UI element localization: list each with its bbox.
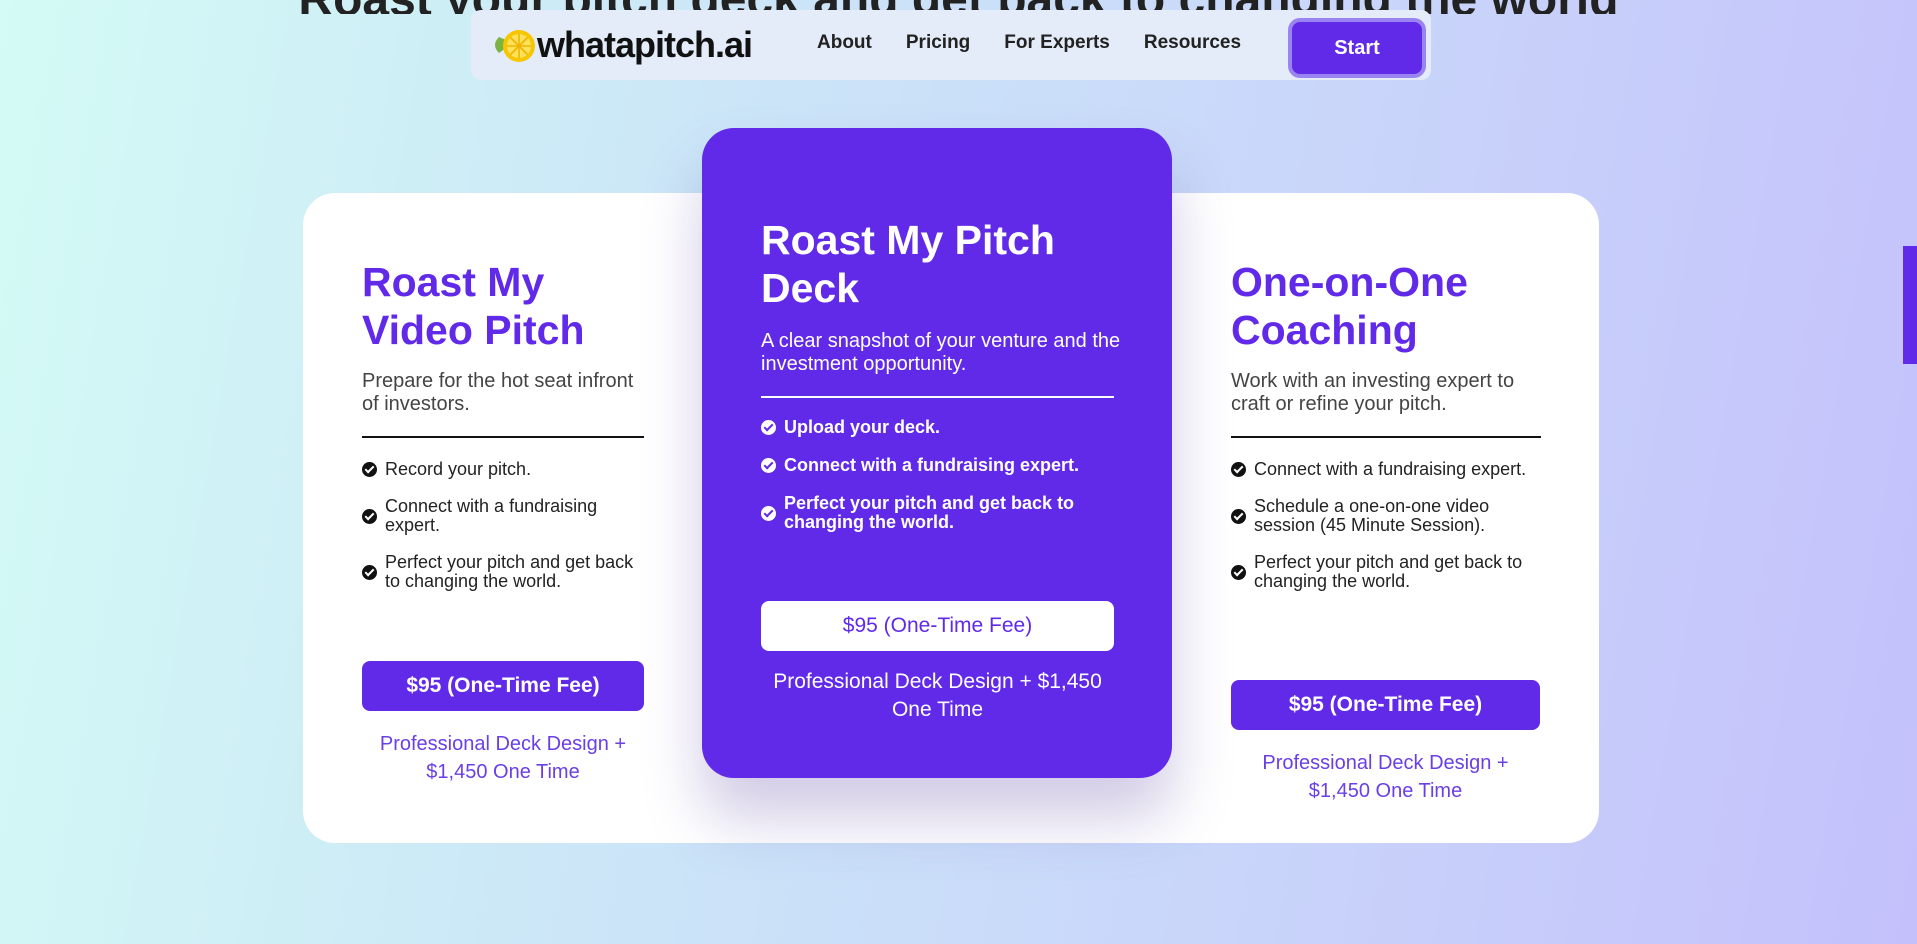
feature-item: Perfect your pitch and get back to chang… — [1231, 553, 1541, 591]
feature-item: Connect with a fundraising expert. — [1231, 460, 1541, 479]
feature-item: Perfect your pitch and get back to chang… — [761, 494, 1121, 532]
divider — [761, 396, 1114, 398]
feature-item: Schedule a one-on-one video session (45 … — [1231, 497, 1541, 535]
plan-card-pitch-deck: Roast My Pitch Deck A clear snapshot of … — [702, 128, 1172, 778]
feature-text: Connect with a fundraising expert. — [385, 496, 598, 535]
plan-subtitle: A clear snapshot of your venture and the… — [761, 330, 1121, 375]
scrollbar-thumb[interactable] — [1903, 246, 1917, 364]
check-circle-icon — [1231, 564, 1246, 580]
check-circle-icon — [362, 508, 377, 524]
nav-link-about[interactable]: About — [817, 32, 872, 54]
feature-text: Schedule a one-on-one video session (45 … — [1254, 496, 1490, 535]
divider — [362, 436, 644, 438]
start-button[interactable]: Start — [1292, 22, 1422, 74]
nav-link-resources[interactable]: Resources — [1144, 32, 1241, 54]
plan-card-video-pitch: Roast My Video Pitch Prepare for the hot… — [362, 258, 644, 609]
plan-subtitle: Work with an investing expert to craft o… — [1231, 370, 1515, 415]
video-pitch-pro-design-link[interactable]: Professional Deck Design + $1,450 One Ti… — [362, 730, 644, 786]
nav-link-for-experts[interactable]: For Experts — [1004, 32, 1110, 54]
top-navbar: whatapitch.ai About Pricing For Experts … — [471, 10, 1431, 80]
nav-link-pricing[interactable]: Pricing — [906, 32, 970, 54]
divider — [1231, 436, 1541, 438]
feature-item: Connect with a fundraising expert. — [761, 456, 1121, 475]
check-circle-icon — [1231, 462, 1246, 477]
lemon-icon — [489, 25, 541, 65]
feature-text: Perfect your pitch and get back to chang… — [1254, 552, 1523, 591]
coaching-pro-design-link[interactable]: Professional Deck Design + $1,450 One Ti… — [1231, 749, 1540, 805]
pitch-deck-price-button[interactable]: $95 (One-Time Fee) — [761, 601, 1114, 651]
feature-list: Record your pitch. Connect with a fundra… — [362, 460, 644, 591]
feature-item: Perfect your pitch and get back to chang… — [362, 553, 644, 591]
plan-subtitle: Prepare for the hot seat infront of inve… — [362, 370, 634, 415]
check-circle-icon — [1231, 508, 1246, 524]
video-pitch-price-button[interactable]: $95 (One-Time Fee) — [362, 661, 644, 711]
coaching-price-button[interactable]: $95 (One-Time Fee) — [1231, 680, 1540, 730]
logo[interactable]: whatapitch.ai — [489, 24, 753, 66]
feature-text: Record your pitch. — [385, 459, 532, 479]
plan-title: Roast My Pitch Deck — [761, 217, 1055, 311]
feature-list: Upload your deck. Connect with a fundrai… — [761, 418, 1121, 551]
feature-text: Perfect your pitch and get back to chang… — [385, 552, 634, 591]
check-circle-icon — [761, 420, 776, 435]
feature-text: Connect with a fundraising expert. — [784, 455, 1080, 475]
plan-title: One-on-One Coaching — [1231, 259, 1468, 353]
feature-item: Connect with a fundraising expert. — [362, 497, 644, 535]
feature-list: Connect with a fundraising expert. Sched… — [1231, 460, 1541, 591]
check-circle-icon — [362, 462, 377, 477]
check-circle-icon — [362, 564, 377, 580]
feature-text: Perfect your pitch and get back to chang… — [784, 493, 1075, 532]
feature-text: Connect with a fundraising expert. — [1254, 459, 1527, 479]
feature-item: Record your pitch. — [362, 460, 644, 479]
logo-text: whatapitch.ai — [537, 24, 753, 65]
plan-card-coaching: One-on-One Coaching Work with an investi… — [1231, 258, 1541, 609]
check-circle-icon — [761, 458, 776, 473]
check-circle-icon — [761, 505, 776, 521]
plan-title: Roast My Video Pitch — [362, 259, 585, 353]
feature-text: Upload your deck. — [784, 417, 941, 437]
feature-item: Upload your deck. — [761, 418, 1121, 437]
pitch-deck-pro-design-link[interactable]: Professional Deck Design + $1,450 One Ti… — [761, 668, 1114, 724]
